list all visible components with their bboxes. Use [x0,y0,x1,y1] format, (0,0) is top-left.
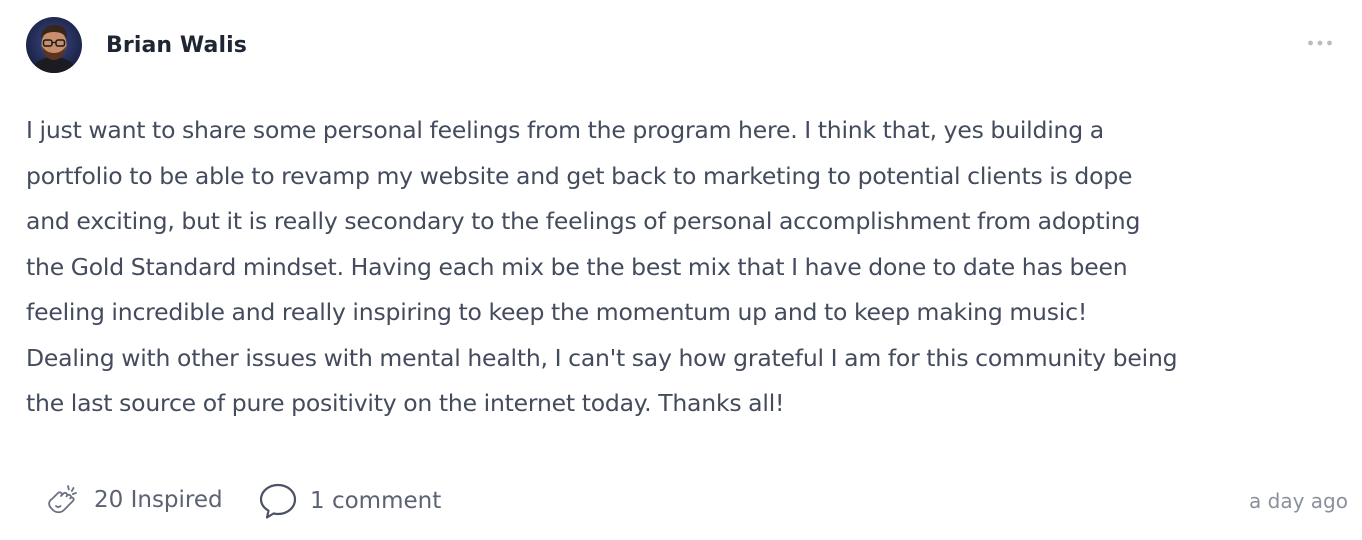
comment-button[interactable]: 1 comment [258,482,441,520]
post-body-line: the Gold Standard mindset. Having each m… [26,252,1128,281]
post-card: Brian Walis I just want to share some pe… [0,0,1362,540]
post-body-line: Dealing with other issues with mental he… [26,343,1178,372]
author-name[interactable]: Brian Walis [106,33,247,58]
post-body-line: and exciting, but it is really secondary… [26,207,1141,235]
user-avatar-icon [26,17,82,73]
post-body-line: feeling incredible and really inspiring … [26,298,1088,326]
comment-count-label: 1 comment [310,488,442,514]
more-options-button[interactable] [1302,31,1338,55]
clapping-hands-icon [48,485,77,514]
post-header: Brian Walis [26,17,1336,77]
post-body-line: I just want to share some personal feeli… [26,116,1104,144]
more-horizontal-icon [1308,40,1332,46]
post-body: I just want to share some personal feeli… [26,108,1356,427]
avatar[interactable] [26,17,82,73]
post-footer: 20 Inspired 1 comment a day ago [44,480,1348,524]
speech-bubble-icon [259,483,297,519]
inspired-reaction-button[interactable]: 20 Inspired [44,482,223,518]
reaction-count-label: 20 Inspired [94,487,223,513]
post-timestamp: a day ago [1249,489,1348,513]
post-body-line: the last source of pure positivity on th… [26,389,785,417]
post-body-line: portfolio to be able to revamp my websit… [26,161,1133,190]
